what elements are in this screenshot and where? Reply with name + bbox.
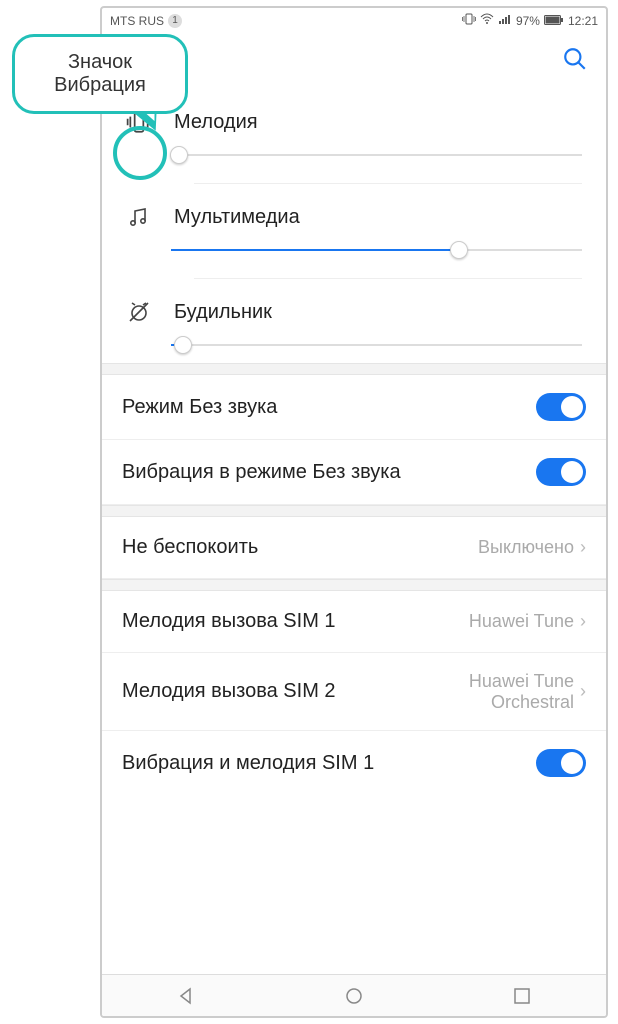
slider-alarm-label: Будильник [174, 301, 272, 324]
nav-home-icon[interactable] [343, 985, 365, 1007]
vibrate-sim1-label: Вибрация и мелодия SIM 1 [122, 751, 536, 776]
row-sim1-tone[interactable]: Мелодия вызова SIM 1 Huawei Tune › [102, 591, 606, 653]
vibrate-silent-label: Вибрация в режиме Без звука [122, 460, 536, 485]
slider-media: Мультимедиа [102, 192, 606, 287]
carrier-label: MTS RUS [110, 14, 164, 28]
row-dnd[interactable]: Не беспокоить Выключено › [102, 517, 606, 579]
vibrate-sim1-switch[interactable] [536, 749, 586, 777]
annotation-line1: Значок [25, 51, 175, 74]
row-vibrate-sim1[interactable]: Вибрация и мелодия SIM 1 [102, 731, 606, 795]
sim2-tone-label: Мелодия вызова SIM 2 [122, 679, 464, 704]
dnd-value: Выключено [478, 537, 574, 558]
slider-ringtone-label: Мелодия [174, 111, 258, 134]
statusbar-left: MTS RUS 1 [110, 14, 182, 28]
navbar [102, 974, 606, 1016]
clock: 12:21 [568, 14, 598, 28]
silent-mode-switch[interactable] [536, 393, 586, 421]
signal-icon [498, 13, 512, 28]
search-icon[interactable] [562, 46, 588, 77]
nav-back-icon[interactable] [175, 985, 197, 1007]
sim-badge: 1 [168, 14, 182, 28]
slider-ringtone-track[interactable] [171, 145, 582, 165]
sim1-tone-label: Мелодия вызова SIM 1 [122, 609, 469, 634]
annotation-callout: Значок Вибрация [12, 34, 188, 114]
row-sim2-tone[interactable]: Мелодия вызова SIM 2 Huawei Tune Orchest… [102, 653, 606, 731]
row-silent-mode[interactable]: Режим Без звука [102, 375, 606, 440]
annotation-ring [113, 126, 167, 180]
sim2-tone-value: Huawei Tune Orchestral [464, 671, 574, 712]
phone-frame: MTS RUS 1 97% 12:21 Звук [100, 6, 608, 1018]
slider-alarm-track[interactable] [171, 335, 582, 355]
content: Мелодия Мультимедиа [102, 97, 606, 795]
slider-alarm: Будильник [102, 287, 606, 363]
section-divider-3 [102, 579, 606, 591]
wifi-icon [480, 13, 494, 28]
music-icon [126, 204, 152, 230]
silent-mode-label: Режим Без звука [122, 395, 536, 420]
statusbar-right: 97% 12:21 [462, 13, 598, 28]
section-divider-2 [102, 505, 606, 517]
nav-recent-icon[interactable] [511, 985, 533, 1007]
annotation-line2: Вибрация [25, 74, 175, 97]
slider-media-track[interactable] [171, 240, 582, 260]
dnd-label: Не беспокоить [122, 535, 478, 560]
chevron-right-icon: › [580, 681, 586, 702]
vibrate-status-icon [462, 13, 476, 28]
chevron-right-icon: › [580, 537, 586, 558]
slider-ringtone: Мелодия [102, 97, 606, 192]
battery-icon [544, 14, 564, 28]
statusbar: MTS RUS 1 97% 12:21 [102, 8, 606, 33]
alarm-off-icon [126, 299, 152, 325]
row-vibrate-silent[interactable]: Вибрация в режиме Без звука [102, 440, 606, 505]
slider-media-label: Мультимедиа [174, 206, 300, 229]
chevron-right-icon: › [580, 611, 586, 632]
battery-pct: 97% [516, 14, 540, 28]
vibrate-silent-switch[interactable] [536, 458, 586, 486]
section-divider [102, 363, 606, 375]
sim1-tone-value: Huawei Tune [469, 611, 574, 632]
